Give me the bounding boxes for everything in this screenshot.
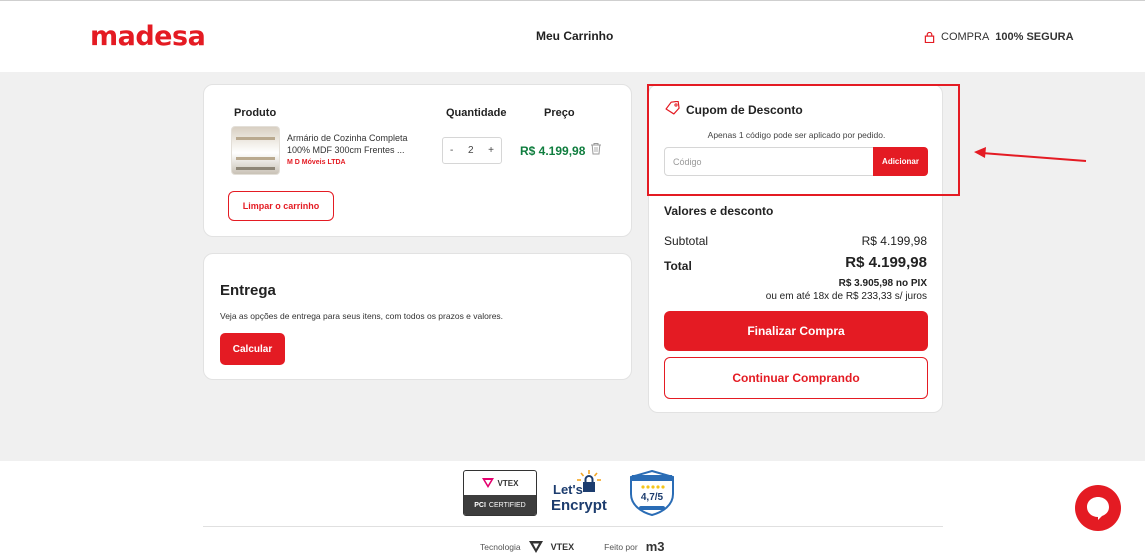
annotation-arrow-icon bbox=[974, 147, 1087, 162]
coupon-highlight-box bbox=[647, 84, 960, 196]
quantity-value[interactable]: 2 bbox=[468, 145, 474, 156]
subtotal-label: Subtotal bbox=[664, 234, 709, 248]
item-price: R$ 4.199,98 bbox=[520, 144, 586, 158]
technology-label: Tecnologia bbox=[480, 541, 521, 552]
pix-price: R$ 3.905,98 no PIX bbox=[838, 278, 927, 289]
encrypt-text: Encrypt bbox=[551, 497, 607, 514]
installments-text: ou em até 18x de R$ 233,33 s/ juros bbox=[765, 291, 927, 302]
certified-text: CERTIFIED bbox=[488, 501, 526, 509]
delivery-card: Entrega Veja as opções de entrega para s… bbox=[203, 253, 632, 380]
rating-seal: 4,7/5 bbox=[629, 470, 675, 516]
cart-card: Produto Quantidade Preço Armário de Cozi… bbox=[203, 84, 632, 237]
product-image[interactable] bbox=[231, 126, 280, 175]
calculate-shipping-button[interactable]: Calcular bbox=[220, 333, 285, 365]
seller-name: M D Móveis LTDA bbox=[287, 159, 346, 166]
logo[interactable]: madesa bbox=[90, 21, 206, 52]
secure-prefix: COMPRA bbox=[941, 31, 990, 43]
footer-credits: Tecnologia VTEX Feito por m3 bbox=[480, 539, 665, 554]
increase-quantity-button[interactable]: + bbox=[488, 145, 494, 156]
delivery-title: Entrega bbox=[220, 282, 276, 299]
vtex-logo-icon bbox=[528, 540, 543, 553]
column-quantity: Quantidade bbox=[446, 107, 507, 119]
column-product: Produto bbox=[234, 107, 277, 119]
vtex-pci-seal: VTEX PCI CERTIFIED bbox=[463, 470, 537, 516]
delivery-description: Veja as opções de entrega para seus iten… bbox=[220, 311, 504, 321]
vtex-logo-icon bbox=[481, 478, 494, 488]
subtotal-value: R$ 4.199,98 bbox=[861, 234, 927, 248]
header: madesa Meu Carrinho COMPRA 100% SEGURA bbox=[0, 0, 1145, 72]
technology-brand[interactable]: VTEX bbox=[551, 542, 575, 552]
footer: VTEX PCI CERTIFIED Let's Encrypt 4,7/5 T… bbox=[0, 461, 1145, 556]
lets-encrypt-seal: Let's Encrypt bbox=[551, 470, 615, 518]
vtex-seal-text: VTEX bbox=[497, 478, 519, 488]
total-label: Total bbox=[664, 259, 692, 273]
total-value: R$ 4.199,98 bbox=[845, 254, 927, 271]
quantity-stepper: - 2 + bbox=[442, 137, 502, 164]
footer-divider bbox=[203, 526, 943, 527]
clear-cart-button[interactable]: Limpar o carrinho bbox=[228, 191, 334, 221]
chat-button[interactable] bbox=[1075, 485, 1121, 531]
product-name[interactable]: Armário de Cozinha Completa 100% MDF 300… bbox=[287, 132, 422, 156]
made-by-brand[interactable]: m3 bbox=[646, 539, 665, 554]
secure-purchase-badge: COMPRA 100% SEGURA bbox=[924, 31, 1074, 43]
secure-bold: 100% SEGURA bbox=[995, 31, 1074, 43]
remove-item-button[interactable] bbox=[590, 142, 602, 160]
finish-purchase-button[interactable]: Finalizar Compra bbox=[664, 311, 928, 351]
made-by-label: Feito por bbox=[604, 541, 638, 552]
trash-icon bbox=[591, 143, 601, 155]
decrease-quantity-button[interactable]: - bbox=[450, 145, 453, 156]
pci-text: PCI bbox=[474, 501, 486, 509]
column-price: Preço bbox=[544, 107, 575, 119]
lets-text: Let's bbox=[553, 482, 583, 497]
rating-value: 4,7/5 bbox=[640, 492, 664, 503]
lock-icon bbox=[924, 31, 935, 43]
chat-bubble-icon bbox=[1087, 497, 1109, 520]
values-title: Valores e desconto bbox=[664, 204, 774, 218]
security-seals: VTEX PCI CERTIFIED Let's Encrypt 4,7/5 bbox=[463, 470, 675, 518]
page-title: Meu Carrinho bbox=[536, 29, 614, 43]
continue-shopping-button[interactable]: Continuar Comprando bbox=[664, 357, 928, 399]
